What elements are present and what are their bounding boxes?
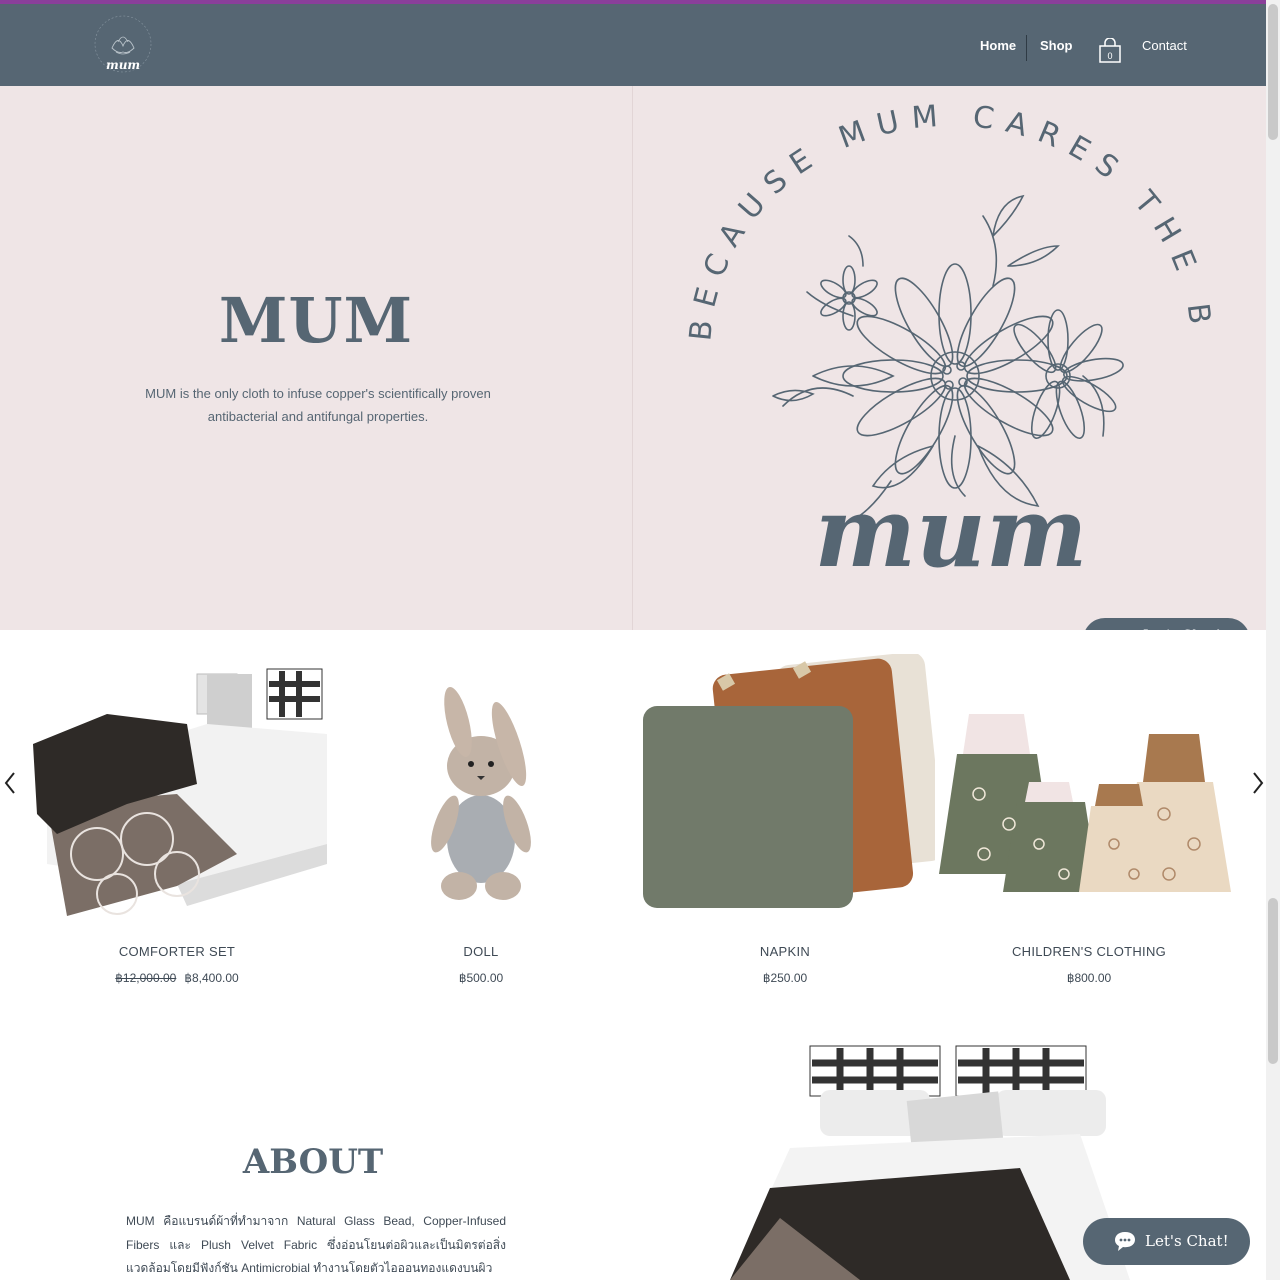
product-sale-price: ฿250.00 [762, 971, 808, 985]
hero-script-wordmark: mum [815, 476, 1088, 589]
product-image-doll[interactable] [331, 654, 631, 924]
product-gallery: COMFORTER SET ฿12,000.00 ฿8,400.00 DOLL ฿… [0, 630, 1266, 1020]
hero-title: MUM [218, 284, 414, 357]
site-header: mum Home Shop 0 Contact [0, 4, 1266, 86]
chevron-right-icon [1253, 772, 1264, 794]
product-card[interactable]: CHILDREN'S CLOTHING ฿800.00 [939, 630, 1239, 1010]
hero-brand-illustration: BECAUSE MUM CARES THE BEST [617, 59, 1266, 630]
product-image-childrens-clothing[interactable] [939, 654, 1239, 924]
product-card[interactable]: NAPKIN ฿250.00 [635, 630, 935, 1010]
product-sale-price: ฿800.00 [1066, 971, 1112, 985]
chat-bubble-icon [1115, 1232, 1135, 1251]
hero-arc-text: BECAUSE MUM CARES THE BEST [633, 86, 1218, 342]
chevron-left-icon [4, 772, 15, 794]
about-text: MUM คือแบรนด์ผ้าที่ทำมาจาก Natural Glass… [126, 1214, 506, 1275]
product-price: ฿500.00 [331, 971, 631, 985]
about-title: ABOUT [242, 1142, 384, 1182]
logo-wordmark: mum [106, 58, 141, 72]
product-card[interactable]: DOLL ฿500.00 [331, 630, 631, 1010]
hero-description: MUM is the only cloth to infuse copper's… [145, 386, 491, 424]
nav-contact[interactable]: Contact [1142, 4, 1187, 86]
chat-button-label: Let's Chat! [1145, 1232, 1229, 1250]
product-price: ฿800.00 [939, 971, 1239, 985]
hero-section: MUM MUM is the only cloth to infuse copp… [0, 59, 1266, 630]
product-name[interactable]: NAPKIN [635, 944, 935, 959]
shopping-bag-icon: 0 [1099, 37, 1121, 63]
nav-divider [1026, 35, 1027, 61]
product-price: ฿12,000.00 ฿8,400.00 [27, 971, 327, 985]
cart-count: 0 [1107, 51, 1112, 61]
product-sale-price: ฿8,400.00 [184, 971, 239, 985]
cart-button[interactable]: 0 [1098, 37, 1122, 64]
nav-shop[interactable]: Shop [1040, 4, 1073, 86]
page-scrollbar[interactable] [1266, 0, 1280, 1280]
nav-home[interactable]: Home [980, 4, 1016, 86]
scrollbar-thumb-secondary[interactable] [1268, 898, 1278, 1064]
about-section: ABOUT MUM คือแบรนด์ผ้าที่ทำมาจาก Natural… [0, 1020, 1266, 1280]
product-original-price: ฿12,000.00 [115, 971, 177, 985]
product-name[interactable]: DOLL [331, 944, 631, 959]
scrollbar-thumb[interactable] [1268, 4, 1278, 140]
flower-illustration-icon: BECAUSE MUM CARES THE BEST [617, 59, 1218, 589]
gallery-next-button[interactable] [1248, 770, 1268, 796]
product-name[interactable]: CHILDREN'S CLOTHING [939, 944, 1239, 959]
chat-button[interactable]: Let's Chat! [1083, 1218, 1250, 1265]
product-image-comforter-set[interactable] [27, 654, 327, 924]
product-price: ฿250.00 [635, 971, 935, 985]
product-image-napkin[interactable] [635, 654, 935, 924]
gallery-prev-button[interactable] [0, 770, 20, 796]
product-card[interactable]: COMFORTER SET ฿12,000.00 ฿8,400.00 [27, 630, 327, 1010]
product-name[interactable]: COMFORTER SET [27, 944, 327, 959]
product-sale-price: ฿500.00 [458, 971, 504, 985]
site-logo[interactable]: mum [88, 12, 158, 76]
